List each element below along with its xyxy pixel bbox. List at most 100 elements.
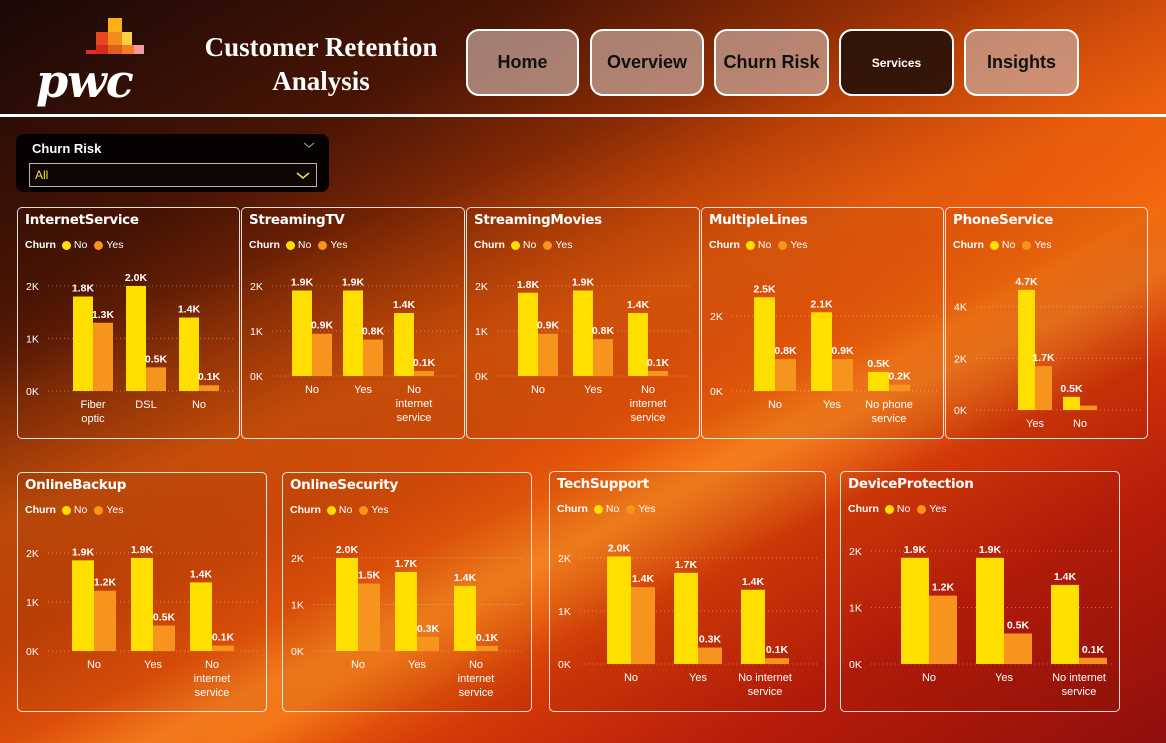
y-tick-label: 1K [26, 334, 39, 346]
y-tick-label: 2K [26, 548, 39, 560]
bar-no[interactable] [868, 371, 889, 391]
data-label: 2.5K [753, 283, 776, 295]
bar-no[interactable] [1018, 289, 1035, 410]
bar-yes[interactable] [363, 339, 383, 376]
bar-yes[interactable] [153, 625, 175, 651]
bar-yes[interactable] [1004, 633, 1032, 664]
data-label: 0.1K [476, 632, 499, 644]
bar-yes[interactable] [593, 339, 613, 376]
bar-no[interactable] [754, 297, 775, 391]
bar-no[interactable] [518, 292, 538, 376]
data-label: 1.4K [1054, 571, 1077, 583]
bar-no[interactable] [395, 571, 417, 651]
bar-yes[interactable] [889, 384, 910, 391]
y-tick-label: 2K [710, 311, 723, 323]
bar-no[interactable] [674, 572, 698, 664]
nav-home-button[interactable]: Home [466, 29, 579, 96]
y-tick-label: 1K [291, 600, 304, 612]
nav-insights-button[interactable]: Insights [964, 29, 1079, 96]
data-label: 0.5K [867, 358, 890, 370]
y-tick-label: 2K [250, 281, 263, 293]
bar-no[interactable] [741, 589, 765, 664]
bar-no[interactable] [131, 557, 153, 651]
data-label: 4.7K [1015, 276, 1038, 288]
bar-no[interactable] [336, 558, 358, 651]
bar-yes[interactable] [199, 385, 219, 391]
bar-no[interactable] [454, 585, 476, 651]
header: pwc Customer Retention Analysis Home Ove… [0, 0, 1166, 117]
bar-no[interactable] [179, 317, 199, 392]
bar-yes[interactable] [312, 333, 332, 376]
bar-yes[interactable] [417, 637, 439, 651]
x-category-label: No internet [738, 672, 792, 684]
data-label: 0.5K [153, 612, 176, 624]
bar-yes[interactable] [538, 333, 558, 376]
bar-no[interactable] [573, 290, 593, 377]
data-label: 1.2K [94, 577, 117, 589]
bar-no[interactable] [73, 296, 93, 392]
data-label: 1.9K [342, 277, 365, 289]
data-label: 0.3K [417, 623, 440, 635]
data-label: 0.1K [198, 371, 221, 383]
y-tick-label: 2K [475, 281, 488, 293]
data-label: 1.9K [131, 544, 154, 556]
data-label: 0.5K [1007, 619, 1030, 631]
bar-no[interactable] [976, 557, 1004, 664]
bar-yes[interactable] [358, 583, 380, 651]
data-label: 1.7K [395, 558, 418, 570]
bar-yes[interactable] [1079, 657, 1107, 664]
bar-no[interactable] [343, 290, 363, 377]
data-label: 2.0K [125, 272, 148, 284]
data-label: 1.9K [904, 544, 927, 556]
data-label: 1.9K [72, 546, 95, 558]
bar-yes[interactable] [476, 645, 498, 651]
y-tick-label: 1K [558, 606, 571, 618]
bar-no[interactable] [811, 312, 832, 391]
bar-yes[interactable] [414, 371, 434, 376]
x-category-label: Yes [584, 384, 602, 396]
nav-services-button[interactable]: Services [839, 29, 954, 96]
data-label: 1.9K [979, 544, 1002, 556]
bar-no[interactable] [1051, 584, 1079, 664]
bar-no[interactable] [1063, 396, 1080, 410]
bar-yes[interactable] [698, 647, 722, 664]
bar-yes[interactable] [212, 645, 234, 651]
data-label: 1.9K [572, 277, 595, 289]
data-label: 1.4K [742, 576, 765, 588]
nav-churn-risk-button[interactable]: Churn Risk [714, 29, 829, 96]
bar-no[interactable] [72, 560, 94, 651]
data-label: 1.8K [517, 279, 540, 291]
data-label: 1.2K [932, 582, 955, 594]
bar-yes[interactable] [146, 367, 166, 391]
bar-no[interactable] [607, 556, 631, 664]
bar-yes[interactable] [775, 359, 796, 391]
bar-yes[interactable] [648, 371, 668, 376]
x-category-label: service [748, 686, 783, 698]
bar-no[interactable] [901, 557, 929, 664]
data-label: 1.9K [291, 277, 314, 289]
bar-yes[interactable] [765, 658, 789, 664]
y-tick-label: 2K [954, 353, 967, 365]
data-label: 2.0K [336, 544, 359, 556]
bar-yes[interactable] [94, 590, 116, 651]
bar-yes[interactable] [1035, 366, 1052, 410]
bar-no[interactable] [628, 313, 648, 376]
chevron-down-icon [296, 172, 310, 179]
x-category-label: No [305, 384, 319, 396]
churn-risk-dropdown[interactable]: All [29, 163, 317, 187]
bar-yes[interactable] [929, 595, 957, 664]
bar-yes[interactable] [631, 587, 655, 664]
bar-yes[interactable] [832, 359, 853, 391]
x-category-label: Yes [689, 672, 707, 684]
x-category-label: No [351, 659, 365, 671]
chevron-down-icon[interactable] [303, 140, 315, 150]
bar-yes[interactable] [1080, 405, 1097, 410]
y-tick-label: 0K [710, 386, 723, 398]
nav-overview-button[interactable]: Overview [590, 29, 704, 96]
x-category-label: service [631, 412, 666, 424]
bar-no[interactable] [292, 290, 312, 377]
bar-no[interactable] [190, 582, 212, 651]
bar-yes[interactable] [93, 322, 113, 391]
bar-no[interactable] [126, 286, 146, 391]
bar-no[interactable] [394, 313, 414, 376]
